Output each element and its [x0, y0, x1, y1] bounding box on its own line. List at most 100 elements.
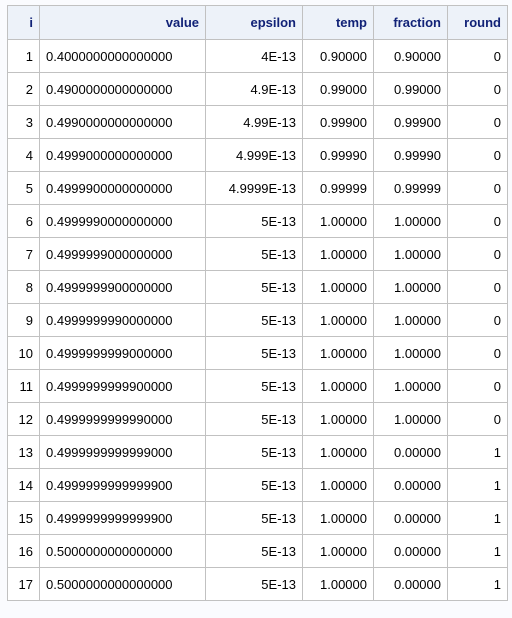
cell-epsilon: 5E-13 — [205, 534, 303, 568]
cell-fraction: 1.00000 — [373, 402, 448, 436]
table-row: 5 0.4999900000000000 4.9999E-13 0.99999 0.99… — [7, 171, 508, 205]
cell-temp: 1.00000 — [302, 468, 374, 502]
table-row: 4 0.4999000000000000 4.999E-13 0.99990 0.999… — [7, 138, 508, 172]
cell-round: 1 — [447, 567, 508, 601]
cell-temp: 1.00000 — [302, 435, 374, 469]
cell-fraction: 0.99900 — [373, 105, 448, 139]
table-row: 12 0.4999999999990000 5E-13 1.00000 1.00000 0 — [7, 402, 508, 436]
cell-temp: 1.00000 — [302, 369, 374, 403]
cell-round: 0 — [447, 105, 508, 139]
cell-value: 0.4999999000000000 — [39, 237, 206, 271]
cell-fraction: 1.00000 — [373, 369, 448, 403]
cell-epsilon: 5E-13 — [205, 270, 303, 304]
cell-value: 0.4999990000000000 — [39, 204, 206, 238]
cell-fraction: 0.00000 — [373, 468, 448, 502]
cell-epsilon: 5E-13 — [205, 402, 303, 436]
cell-round: 0 — [447, 270, 508, 304]
cell-epsilon: 4.99E-13 — [205, 105, 303, 139]
cell-temp: 1.00000 — [302, 270, 374, 304]
cell-value: 0.4000000000000000 — [39, 39, 206, 73]
table-row: 2 0.4900000000000000 4.9E-13 0.99000 0.99000… — [7, 72, 508, 106]
table-row: 11 0.4999999999900000 5E-13 1.00000 1.00000 0 — [7, 369, 508, 403]
cell-i: 1 — [7, 39, 40, 73]
cell-temp: 1.00000 — [302, 402, 374, 436]
column-header-fraction: fraction — [373, 5, 448, 40]
cell-temp: 0.90000 — [302, 39, 374, 73]
cell-value: 0.4999000000000000 — [39, 138, 206, 172]
cell-i: 5 — [7, 171, 40, 205]
table-row: 13 0.4999999999999000 5E-13 1.00000 0.00000 1 — [7, 435, 508, 469]
table-row: 1 0.4000000000000000 4E-13 0.90000 0.90000 0 — [7, 39, 508, 73]
cell-epsilon: 5E-13 — [205, 336, 303, 370]
cell-epsilon: 5E-13 — [205, 303, 303, 337]
column-header-round: round — [447, 5, 508, 40]
cell-value: 0.4990000000000000 — [39, 105, 206, 139]
cell-temp: 1.00000 — [302, 204, 374, 238]
cell-i: 17 — [7, 567, 40, 601]
cell-value: 0.4999999999999900 — [39, 468, 206, 502]
cell-temp: 0.99990 — [302, 138, 374, 172]
cell-i: 13 — [7, 435, 40, 469]
cell-i: 12 — [7, 402, 40, 436]
cell-value: 0.4999999999999900 — [39, 501, 206, 535]
cell-fraction: 1.00000 — [373, 237, 448, 271]
cell-value: 0.4999900000000000 — [39, 171, 206, 205]
cell-round: 0 — [447, 204, 508, 238]
cell-value: 0.4999999999900000 — [39, 369, 206, 403]
cell-value: 0.4999999990000000 — [39, 303, 206, 337]
cell-i: 2 — [7, 72, 40, 106]
cell-epsilon: 4.9E-13 — [205, 72, 303, 106]
cell-round: 0 — [447, 171, 508, 205]
cell-i: 16 — [7, 534, 40, 568]
cell-epsilon: 5E-13 — [205, 501, 303, 535]
table-row: 7 0.4999999000000000 5E-13 1.00000 1.00000 0 — [7, 237, 508, 271]
cell-fraction: 0.00000 — [373, 435, 448, 469]
cell-epsilon: 5E-13 — [205, 435, 303, 469]
cell-temp: 0.99999 — [302, 171, 374, 205]
cell-fraction: 0.99999 — [373, 171, 448, 205]
cell-i: 10 — [7, 336, 40, 370]
cell-i: 4 — [7, 138, 40, 172]
cell-fraction: 1.00000 — [373, 303, 448, 337]
cell-i: 6 — [7, 204, 40, 238]
table-row: 15 0.4999999999999900 5E-13 1.00000 0.00000 1 — [7, 501, 508, 535]
cell-round: 0 — [447, 237, 508, 271]
cell-value: 0.4999999999999000 — [39, 435, 206, 469]
cell-fraction: 0.00000 — [373, 567, 448, 601]
cell-temp: 1.00000 — [302, 567, 374, 601]
cell-epsilon: 5E-13 — [205, 567, 303, 601]
cell-fraction: 0.99000 — [373, 72, 448, 106]
table-row: 16 0.5000000000000000 5E-13 1.00000 0.00000 1 — [7, 534, 508, 568]
cell-round: 0 — [447, 39, 508, 73]
cell-round: 1 — [447, 468, 508, 502]
cell-fraction: 1.00000 — [373, 336, 448, 370]
table-row: 10 0.4999999999000000 5E-13 1.00000 1.00000 0 — [7, 336, 508, 370]
cell-i: 9 — [7, 303, 40, 337]
cell-i: 3 — [7, 105, 40, 139]
cell-epsilon: 4.9999E-13 — [205, 171, 303, 205]
header-row: i value epsilon temp fraction round — [7, 5, 508, 40]
column-header-value: value — [39, 5, 206, 40]
table-row: 14 0.4999999999999900 5E-13 1.00000 0.00000 1 — [7, 468, 508, 502]
cell-temp: 1.00000 — [302, 336, 374, 370]
cell-epsilon: 5E-13 — [205, 204, 303, 238]
cell-epsilon: 4.999E-13 — [205, 138, 303, 172]
cell-epsilon: 5E-13 — [205, 369, 303, 403]
table-row: 3 0.4990000000000000 4.99E-13 0.99900 0.9990… — [7, 105, 508, 139]
table-row: 6 0.4999990000000000 5E-13 1.00000 1.00000 0 — [7, 204, 508, 238]
cell-fraction: 0.99990 — [373, 138, 448, 172]
cell-temp: 1.00000 — [302, 534, 374, 568]
cell-round: 0 — [447, 303, 508, 337]
output-table-container: i value epsilon temp fraction round 1 0.4… — [7, 5, 508, 601]
cell-round: 0 — [447, 369, 508, 403]
cell-fraction: 0.90000 — [373, 39, 448, 73]
cell-i: 14 — [7, 468, 40, 502]
cell-round: 1 — [447, 534, 508, 568]
cell-round: 0 — [447, 72, 508, 106]
cell-fraction: 0.00000 — [373, 534, 448, 568]
cell-value: 0.4999999999990000 — [39, 402, 206, 436]
cell-temp: 0.99000 — [302, 72, 374, 106]
cell-temp: 1.00000 — [302, 303, 374, 337]
column-header-epsilon: epsilon — [205, 5, 303, 40]
cell-value: 0.4999999999000000 — [39, 336, 206, 370]
